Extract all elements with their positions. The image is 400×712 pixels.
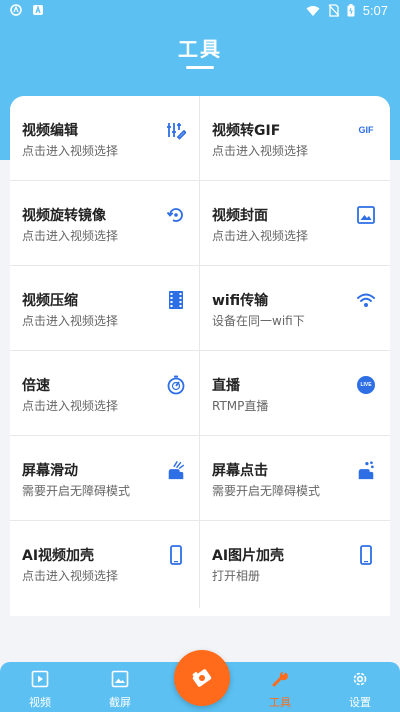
- record-button[interactable]: [174, 650, 230, 706]
- live-icon-text: LIVE: [360, 382, 372, 388]
- tool-subtitle: 点击进入视频选择: [22, 144, 119, 158]
- live-icon: LIVE: [356, 375, 376, 395]
- tool-video-rotate-mirror[interactable]: 视频旋转镜像 点击进入视频选择: [10, 181, 200, 266]
- clock: 5:07: [362, 3, 388, 18]
- gif-icon: GIF: [356, 120, 376, 140]
- divider: [199, 96, 200, 608]
- tool-subtitle: 需要开启无障碍模式: [212, 484, 321, 498]
- record-icon: [192, 669, 212, 687]
- tool-subtitle: 需要开启无障碍模式: [22, 484, 131, 498]
- text-a-icon: [33, 5, 43, 15]
- timer-icon: [166, 375, 186, 395]
- divider: [10, 180, 390, 181]
- page-title: 工具: [178, 37, 222, 61]
- nav-label: 工具: [269, 696, 291, 709]
- tool-speed[interactable]: 倍速 点击进入视频选择: [10, 351, 200, 436]
- gear-icon: [353, 672, 367, 686]
- tools-grid: 视频编辑 点击进入视频选择 视频转GIF 点击进入视频选择 GIF 视频旋转镜像…: [10, 96, 390, 608]
- tool-subtitle: 点击进入视频选择: [212, 144, 309, 158]
- title-underline: [186, 66, 214, 69]
- tool-subtitle: 点击进入视频选择: [22, 399, 119, 413]
- tool-screen-swipe[interactable]: 屏幕滑动 需要开启无障碍模式: [10, 436, 200, 521]
- tool-wifi-transfer[interactable]: wifi传输 设备在同一wifi下: [200, 266, 390, 351]
- tool-title: wifi传输: [212, 293, 269, 309]
- video-icon: [31, 670, 49, 688]
- tool-subtitle: 设备在同一wifi下: [212, 314, 305, 328]
- tool-title: 视频旋转镜像: [22, 208, 106, 224]
- tool-video-to-gif[interactable]: 视频转GIF 点击进入视频选择 GIF: [200, 96, 390, 181]
- battery-icon: [347, 4, 355, 17]
- tool-video-compress[interactable]: 视频压缩 点击进入视频选择: [10, 266, 200, 351]
- tool-title: AI图片加壳: [212, 548, 285, 564]
- tool-subtitle: 打开相册: [212, 569, 261, 583]
- tool-subtitle: 点击进入视频选择: [22, 314, 119, 328]
- nav-label: 截屏: [109, 696, 131, 709]
- divider: [10, 265, 390, 266]
- tool-title: 视频转GIF: [212, 123, 281, 139]
- tool-subtitle: RTMP直播: [212, 399, 269, 413]
- screenshot-icon: [111, 670, 129, 688]
- tool-title: AI视频加壳: [22, 548, 95, 564]
- tool-title: 视频压缩: [22, 293, 78, 309]
- tool-title: 直播: [212, 378, 240, 394]
- tools-card: 视频编辑 点击进入视频选择 视频转GIF 点击进入视频选择 GIF 视频旋转镜像…: [10, 96, 390, 616]
- image-icon: [356, 205, 376, 225]
- notification-icon: [10, 4, 22, 16]
- nav-tools[interactable]: 工具: [250, 670, 310, 710]
- tool-title: 屏幕滑动: [22, 463, 78, 479]
- tool-subtitle: 点击进入视频选择: [22, 229, 119, 243]
- nav-label: 设置: [349, 696, 371, 709]
- nav-label: 视频: [29, 696, 51, 709]
- no-sim-icon: [328, 4, 339, 17]
- wifi-icon: [356, 290, 376, 310]
- status-bar: 5:07: [0, 0, 400, 24]
- tool-title: 倍速: [22, 378, 50, 394]
- tool-title: 视频编辑: [22, 123, 78, 139]
- tool-subtitle: 点击进入视频选择: [212, 229, 309, 243]
- tool-ai-image-shell[interactable]: AI图片加壳 打开相册: [200, 521, 390, 606]
- tool-ai-video-shell[interactable]: AI视频加壳 点击进入视频选择: [10, 521, 200, 606]
- phone-icon: [356, 545, 376, 565]
- gif-icon-text: GIF: [358, 125, 374, 135]
- tool-title: 屏幕点击: [212, 463, 268, 479]
- divider: [10, 435, 390, 436]
- nav-screenshot[interactable]: 截屏: [90, 670, 150, 710]
- tap-hand-icon: [356, 460, 376, 480]
- divider: [10, 520, 390, 521]
- phone-icon: [166, 545, 186, 565]
- divider: [10, 350, 390, 351]
- nav-settings[interactable]: 设置: [330, 670, 390, 710]
- nav-video[interactable]: 视频: [10, 670, 70, 710]
- tool-screen-tap[interactable]: 屏幕点击 需要开启无障碍模式: [200, 436, 390, 521]
- film-icon: [166, 290, 186, 310]
- tool-video-edit[interactable]: 视频编辑 点击进入视频选择: [10, 96, 200, 181]
- wifi-signal-icon: [306, 5, 320, 16]
- tool-live[interactable]: 直播 RTMP直播 LIVE: [200, 351, 390, 436]
- tool-title: 视频封面: [212, 208, 268, 224]
- tool-subtitle: 点击进入视频选择: [22, 569, 119, 583]
- wrench-icon: [272, 671, 288, 687]
- tool-video-cover[interactable]: 视频封面 点击进入视频选择: [200, 181, 390, 266]
- rotate-icon: [166, 205, 186, 225]
- edit-sliders-icon: [166, 120, 186, 140]
- swipe-hand-icon: [166, 460, 186, 480]
